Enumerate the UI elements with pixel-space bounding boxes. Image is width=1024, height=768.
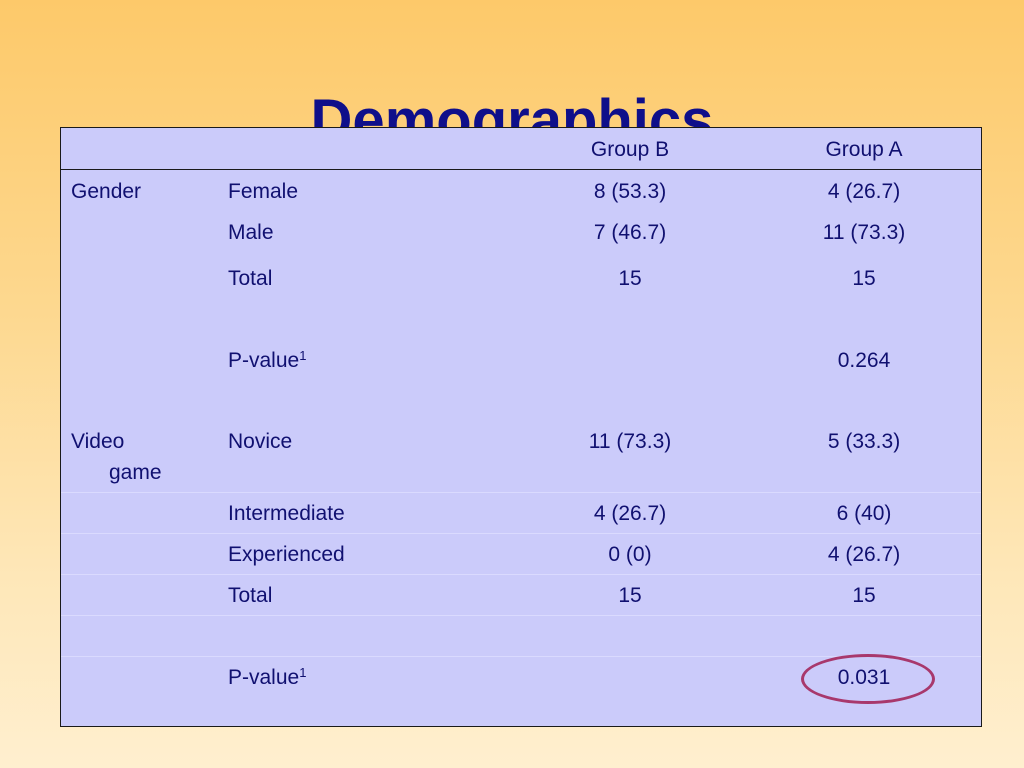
- row-label-male: Male: [228, 221, 274, 244]
- cell-novice-group-a: 5 (33.3): [827, 430, 901, 453]
- row-label-female: Female: [228, 180, 299, 203]
- row-divider: [61, 533, 981, 534]
- footnote-marker: 1: [299, 348, 307, 363]
- row-label-video-game-total: Total: [228, 584, 273, 607]
- cell-male-group-b: 7 (46.7): [593, 221, 667, 244]
- row-divider: [61, 615, 981, 616]
- row-divider: [61, 492, 981, 493]
- row-label-novice: Novice: [228, 430, 293, 453]
- row-label-gender-total: Total: [228, 267, 273, 290]
- cell-male-group-a: 11 (73.3): [822, 221, 906, 244]
- cell-gender-p-value: 0.264: [837, 349, 891, 372]
- cell-intermediate-group-b: 4 (26.7): [593, 502, 667, 525]
- cell-video-game-total-group-b: 15: [618, 584, 642, 607]
- demographics-table: Group B Group A Gender Female 8 (53.3) 4…: [60, 127, 982, 727]
- cell-female-group-a: 4 (26.7): [827, 180, 901, 203]
- cell-novice-group-b: 11 (73.3): [588, 430, 672, 453]
- cell-video-game-total-group-a: 15: [852, 584, 876, 607]
- row-label-video-game-p-value: P-value1: [228, 665, 307, 689]
- category-video-game: Video game: [71, 430, 162, 484]
- row-label-gender-p-value: P-value1: [228, 348, 307, 372]
- row-label-experienced: Experienced: [228, 543, 345, 566]
- cell-gender-total-group-b: 15: [618, 267, 642, 290]
- category-gender: Gender: [71, 180, 142, 203]
- row-divider: [61, 574, 981, 575]
- cell-intermediate-group-a: 6 (40): [836, 502, 892, 525]
- cell-female-group-b: 8 (53.3): [593, 180, 667, 203]
- row-label-intermediate: Intermediate: [228, 502, 345, 525]
- column-header-group-b: Group B: [590, 138, 670, 161]
- cell-experienced-group-a: 4 (26.7): [827, 543, 901, 566]
- cell-gender-total-group-a: 15: [852, 267, 876, 290]
- column-header-group-a: Group A: [825, 138, 903, 161]
- cell-experienced-group-b: 0 (0): [608, 543, 652, 566]
- footnote-marker: 1: [299, 665, 307, 680]
- highlight-circle: [801, 654, 935, 704]
